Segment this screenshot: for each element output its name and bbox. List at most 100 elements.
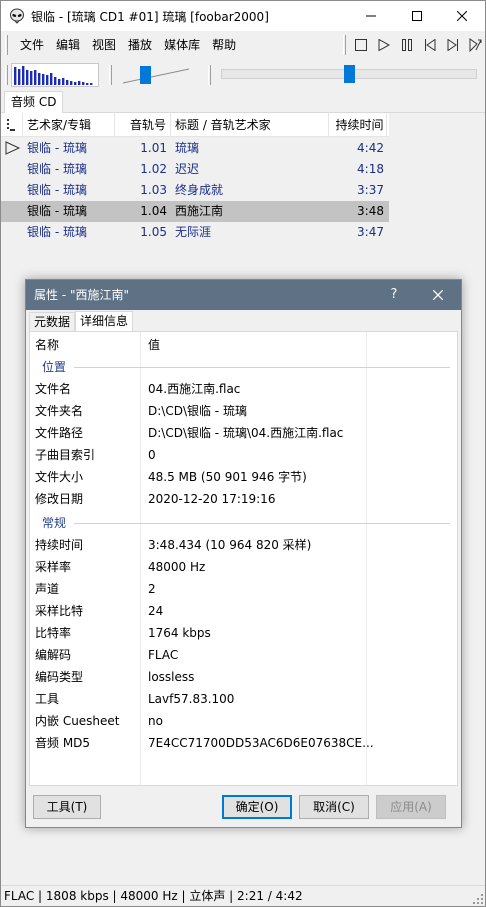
stop-button[interactable] [349,35,372,55]
spectrum-bar [86,83,89,85]
playlist-row[interactable]: 银临 - 琉璃 1.03 终身成就 3:37 [1,180,389,201]
property-row[interactable]: 采样率 48000 Hz [30,556,457,578]
property-row[interactable]: 音频 MD5 7E4CC71700DD53AC6D6E07638CE... [30,732,457,754]
property-row[interactable]: 子曲目索引 0 [30,444,457,466]
volume-thumb[interactable] [139,66,151,84]
cell-duration: 4:42 [357,141,384,155]
property-row[interactable]: 修改日期 2020-12-20 17:19:16 [30,488,457,510]
title-bar: 银临 - [琉璃 CD1 #01] 琉璃 [foobar2000] [1,1,485,31]
tab-audio-cd[interactable]: 音频 CD [4,91,64,114]
menu-view[interactable]: 视图 [86,31,122,59]
property-row[interactable]: 文件路径 D:\CD\银临 - 琉璃\04.西施江南.flac [30,422,457,444]
random-button[interactable] [464,35,486,55]
column-track-number[interactable]: 音轨号 [115,113,171,137]
foobar-alien-icon [10,8,24,24]
column-value[interactable]: 值 [148,334,160,356]
menu-file[interactable]: 文件 [14,31,50,59]
dialog-close-button[interactable] [428,280,448,310]
resize-grip-icon[interactable] [473,894,483,904]
volume-wedge [122,68,190,84]
menu-help[interactable]: 帮助 [206,31,242,59]
spectrum-visualizer[interactable] [11,63,99,87]
cell-artist-album: 银临 - 琉璃 [27,204,87,218]
volume-slider[interactable] [119,63,193,87]
column-playing-indicator[interactable] [1,113,23,137]
close-icon [433,290,443,300]
close-button[interactable] [439,1,485,31]
status-column-icon [7,119,15,131]
property-value: 48000 Hz [148,560,206,574]
details-list[interactable]: 名称 值 位置 文件名 04.西施江南.flac 文件夹名 D:\CD\银临 - 琉璃文… [29,331,458,786]
property-name: 内嵌 Cuesheet [35,714,120,728]
play-icon [378,39,390,51]
column-duration[interactable]: 持续时间 [329,113,387,137]
cell-track-number: 1.02 [140,162,167,176]
property-row[interactable]: 工具 Lavf57.83.100 [30,688,457,710]
menu-bar: 文件 编辑 视图 播放 媒体库 帮助 [1,31,485,59]
property-row[interactable]: 采样比特 24 [30,600,457,622]
property-value: 04.西施江南.flac [148,382,241,396]
spectrum-bar [42,74,45,85]
cell-title: 无际涯 [175,225,212,239]
playlist-row[interactable]: 银临 - 琉璃 1.01 琉璃 4:42 [1,138,389,159]
cell-title: 终身成就 [175,183,224,197]
status-bar: FLAC | 1808 kbps | 48000 Hz | 立体声 | 2:21… [1,885,485,906]
property-row[interactable]: 文件大小 48.5 MB (50 901 946 字节) [30,466,457,488]
foobar2000-window: 银临 - [琉璃 CD1 #01] 琉璃 [foobar2000] 文件 编辑 … [0,0,486,907]
column-artist-album[interactable]: 艺术家/专辑 [23,113,115,137]
playlist-row[interactable]: 银临 - 琉璃 1.05 无际涯 3:47 [1,222,389,243]
group-divider [74,523,450,524]
group-label: 常规 [42,512,73,534]
menu-edit[interactable]: 编辑 [50,31,86,59]
property-name: 文件路径 [35,426,84,440]
cell-title: 琉璃 [175,141,200,155]
toolbar-grip[interactable] [5,35,8,55]
menu-library[interactable]: 媒体库 [158,31,206,59]
property-row[interactable]: 文件夹名 D:\CD\银临 - 琉璃 [30,400,457,422]
property-row[interactable]: 内嵌 Cuesheet no [30,710,457,732]
column-name[interactable]: 名称 [35,334,59,356]
maximize-button[interactable] [394,1,440,31]
close-icon [457,11,467,21]
seek-bar[interactable] [221,65,477,83]
property-row[interactable]: 编解码 FLAC [30,644,457,666]
help-button[interactable]: ? [386,280,402,310]
toolbar-grip[interactable] [343,35,346,55]
property-value: 7E4CC71700DD53AC6D6E07638CE... [148,736,374,750]
window-title: 银临 - [琉璃 CD1 #01] 琉璃 [foobar2000] [31,9,269,24]
playlist-row[interactable]: 银临 - 琉璃 1.04 西施江南 3:48 [1,201,389,222]
property-name: 文件名 [35,382,72,396]
property-row[interactable]: 编码类型 lossless [30,666,457,688]
spectrum-bar [78,81,81,85]
spectrum-bar [38,73,41,85]
pause-button[interactable] [395,35,418,55]
property-row[interactable]: 文件名 04.西施江南.flac [30,378,457,400]
toolbar-grip[interactable] [208,65,211,85]
playlist-row[interactable]: 银临 - 琉璃 1.02 迟迟 4:18 [1,159,389,180]
spectrum-bar [58,79,61,85]
toolbar-grip[interactable] [5,65,8,85]
property-value: D:\CD\银临 - 琉璃\04.西施江南.flac [148,426,344,440]
property-name: 文件大小 [35,470,84,484]
menu-playback[interactable]: 播放 [122,31,158,59]
property-row[interactable]: 持续时间 3:48.434 (10 964 820 采样) [30,534,457,556]
toolbar-grip[interactable] [109,65,112,85]
tab-details[interactable]: 详细信息 [75,311,134,331]
tools-button[interactable]: 工具(T) [33,795,101,819]
property-name: 持续时间 [35,538,84,552]
cancel-button[interactable]: 取消(C) [299,795,369,819]
tab-metadata[interactable]: 元数据 [29,312,76,331]
seek-thumb[interactable] [344,65,355,83]
minimize-button[interactable] [348,1,394,31]
previous-button[interactable] [418,35,441,55]
column-title[interactable]: 标题 / 音轨艺术家 [171,113,329,137]
property-value: no [148,714,163,728]
property-row[interactable]: 比特率 1764 kbps [30,622,457,644]
ok-button[interactable]: 确定(O) [222,795,292,819]
play-button[interactable] [372,35,395,55]
property-row[interactable]: 声道 2 [30,578,457,600]
spectrum-bar [14,67,17,85]
cell-artist-album: 银临 - 琉璃 [27,162,87,176]
next-button[interactable] [441,35,464,55]
spectrum-bar [70,81,73,85]
